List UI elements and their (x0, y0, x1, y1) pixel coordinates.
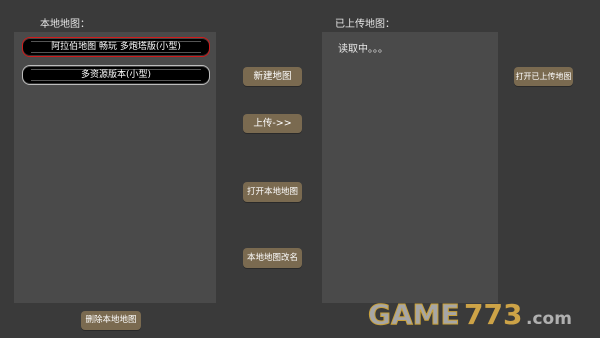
uploaded-maps-list[interactable]: 读取中。。。 (322, 32, 498, 303)
open-uploaded-map-button[interactable]: 打开已上传地图 (514, 67, 573, 86)
local-maps-title: 本地地图： (40, 19, 90, 30)
rename-local-map-button[interactable]: 本地地图改名 (243, 248, 302, 268)
local-maps-list[interactable]: 阿拉伯地图 畅玩 多炮塔版(小型) 多资源版本(小型) (14, 32, 216, 303)
watermark-suffix-text: .com (526, 309, 572, 329)
delete-local-map-button[interactable]: 删除本地地图 (81, 311, 141, 330)
local-map-item-1[interactable]: 多资源版本(小型) (22, 65, 210, 85)
loading-text: 读取中。。。 (338, 44, 388, 55)
open-local-map-button[interactable]: 打开本地地图 (243, 182, 302, 202)
uploaded-maps-title: 已上传地图： (335, 19, 395, 30)
upload-button[interactable]: 上传->> (243, 114, 302, 133)
local-map-item-label: 多资源版本(小型) (80, 70, 152, 80)
game773-watermark-logo: GAME 773 .com (368, 298, 572, 332)
watermark-number-text: 773 (464, 298, 522, 331)
local-map-item-label: 阿拉伯地图 畅玩 多炮塔版(小型) (51, 42, 181, 52)
local-map-item-0[interactable]: 阿拉伯地图 畅玩 多炮塔版(小型) (22, 37, 210, 57)
new-map-button[interactable]: 新建地图 (243, 67, 302, 86)
watermark-game-text: GAME (368, 298, 460, 331)
